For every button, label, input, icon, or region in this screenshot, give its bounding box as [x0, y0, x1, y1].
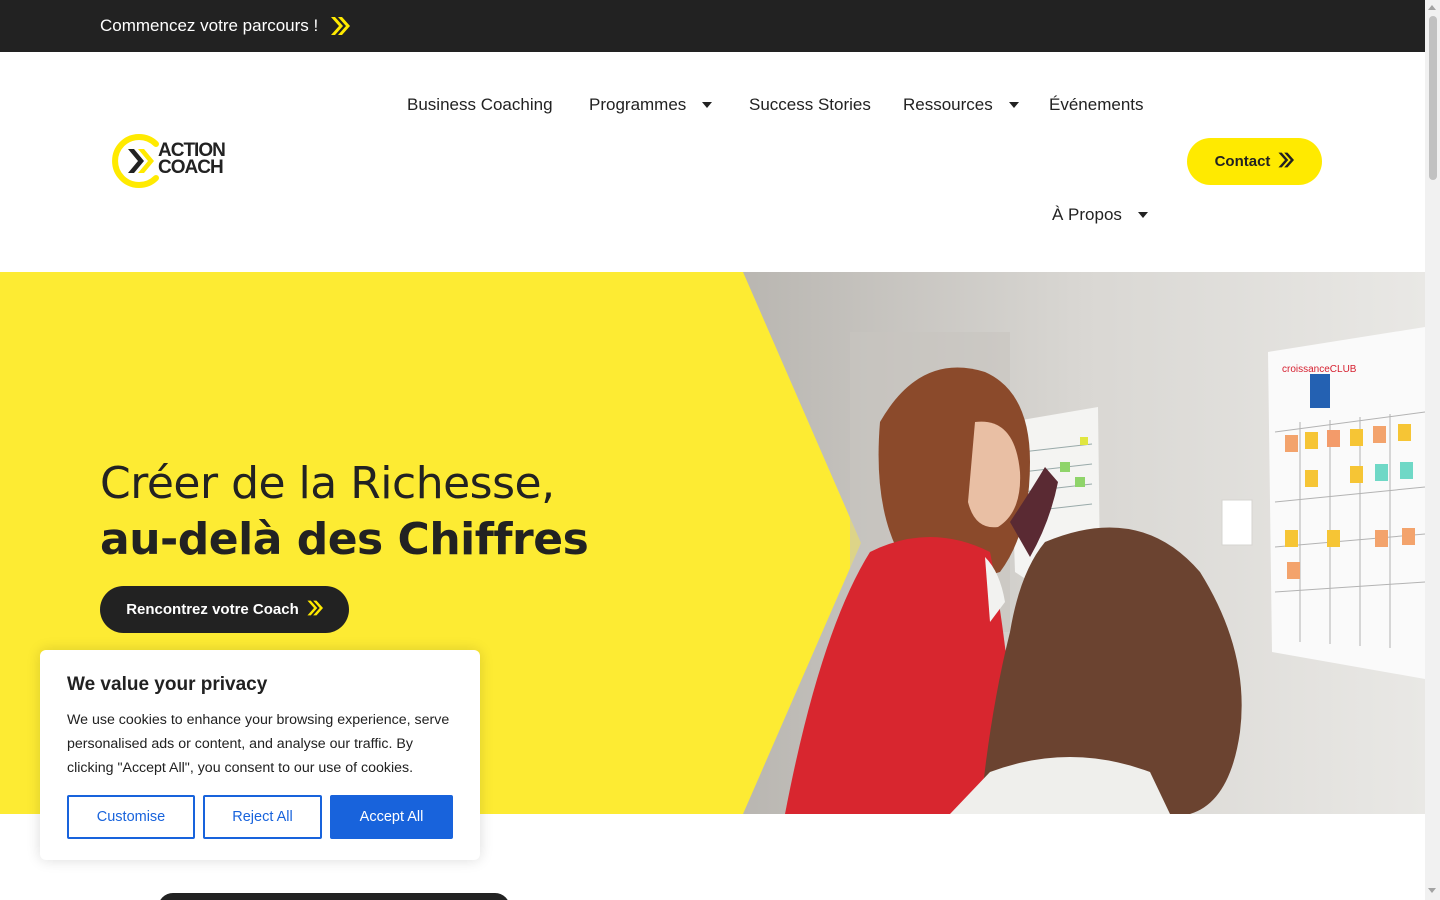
cookie-title: We value your privacy: [67, 674, 268, 695]
hero-title-line-1: Créer de la Richesse,: [100, 458, 555, 509]
announcement-bar: Commencez votre parcours !: [0, 0, 1425, 52]
reject-all-button[interactable]: Reject All: [203, 795, 322, 839]
accept-all-button[interactable]: Accept All: [330, 795, 453, 839]
logo-line-2: COACH: [158, 157, 224, 178]
hero-heading: Créer de la Richesse, au-delà des Chiffr…: [100, 456, 589, 568]
nav-item-label: Business Coaching: [407, 95, 553, 114]
double-chevron-right-icon: [328, 15, 351, 37]
contact-button[interactable]: Contact: [1187, 138, 1322, 185]
scroll-up-arrow-icon[interactable]: [1428, 5, 1436, 10]
hero-title-line-2: au-delà des Chiffres: [100, 514, 589, 565]
action-coach-logo[interactable]: ACTION COACH: [112, 130, 236, 192]
double-chevron-right-icon: [1276, 151, 1295, 173]
nav-item-label: Ressources: [903, 95, 993, 114]
nav-item-label: Success Stories: [749, 95, 871, 114]
double-chevron-right-icon: [305, 599, 323, 621]
caret-down-icon: [1008, 102, 1019, 108]
board-brand-text: croissanceCLUB: [1282, 364, 1357, 375]
nav-item-success-stories[interactable]: Success Stories: [749, 95, 871, 115]
page-scrollbar[interactable]: [1425, 0, 1440, 900]
site-header: ACTION COACH Business Coaching Programme…: [0, 52, 1425, 272]
start-journey-link[interactable]: Commencez votre parcours !: [100, 13, 351, 39]
nav-item-label: À Propos: [1052, 205, 1122, 224]
scroll-down-arrow-icon[interactable]: [1428, 888, 1436, 893]
contact-button-label: Contact: [1214, 153, 1271, 170]
start-journey-label: Commencez votre parcours !: [100, 16, 319, 35]
scroll-thumb[interactable]: [1429, 16, 1437, 180]
meet-your-coach-button[interactable]: Rencontrez votre Coach: [100, 586, 349, 633]
nav-item-evenements[interactable]: Événements: [1049, 95, 1144, 115]
caret-down-icon: [702, 102, 713, 108]
nav-item-a-propos[interactable]: À Propos: [1052, 205, 1148, 225]
section-pill-partial: [158, 893, 510, 900]
nav-item-programmes[interactable]: Programmes: [589, 95, 713, 115]
nav-item-label: Événements: [1049, 95, 1144, 114]
logo-wordmark: ACTION COACH: [158, 141, 226, 178]
customise-button[interactable]: Customise: [67, 795, 195, 839]
cookie-consent-banner: We value your privacy We use cookies to …: [40, 650, 480, 860]
meet-your-coach-label: Rencontrez votre Coach: [126, 601, 299, 618]
nav-item-ressources[interactable]: Ressources: [903, 95, 1019, 115]
nav-item-label: Programmes: [589, 95, 687, 114]
cookie-description: We use cookies to enhance your browsing …: [67, 712, 450, 776]
nav-item-business-coaching[interactable]: Business Coaching: [407, 95, 553, 115]
caret-down-icon: [1137, 212, 1148, 218]
